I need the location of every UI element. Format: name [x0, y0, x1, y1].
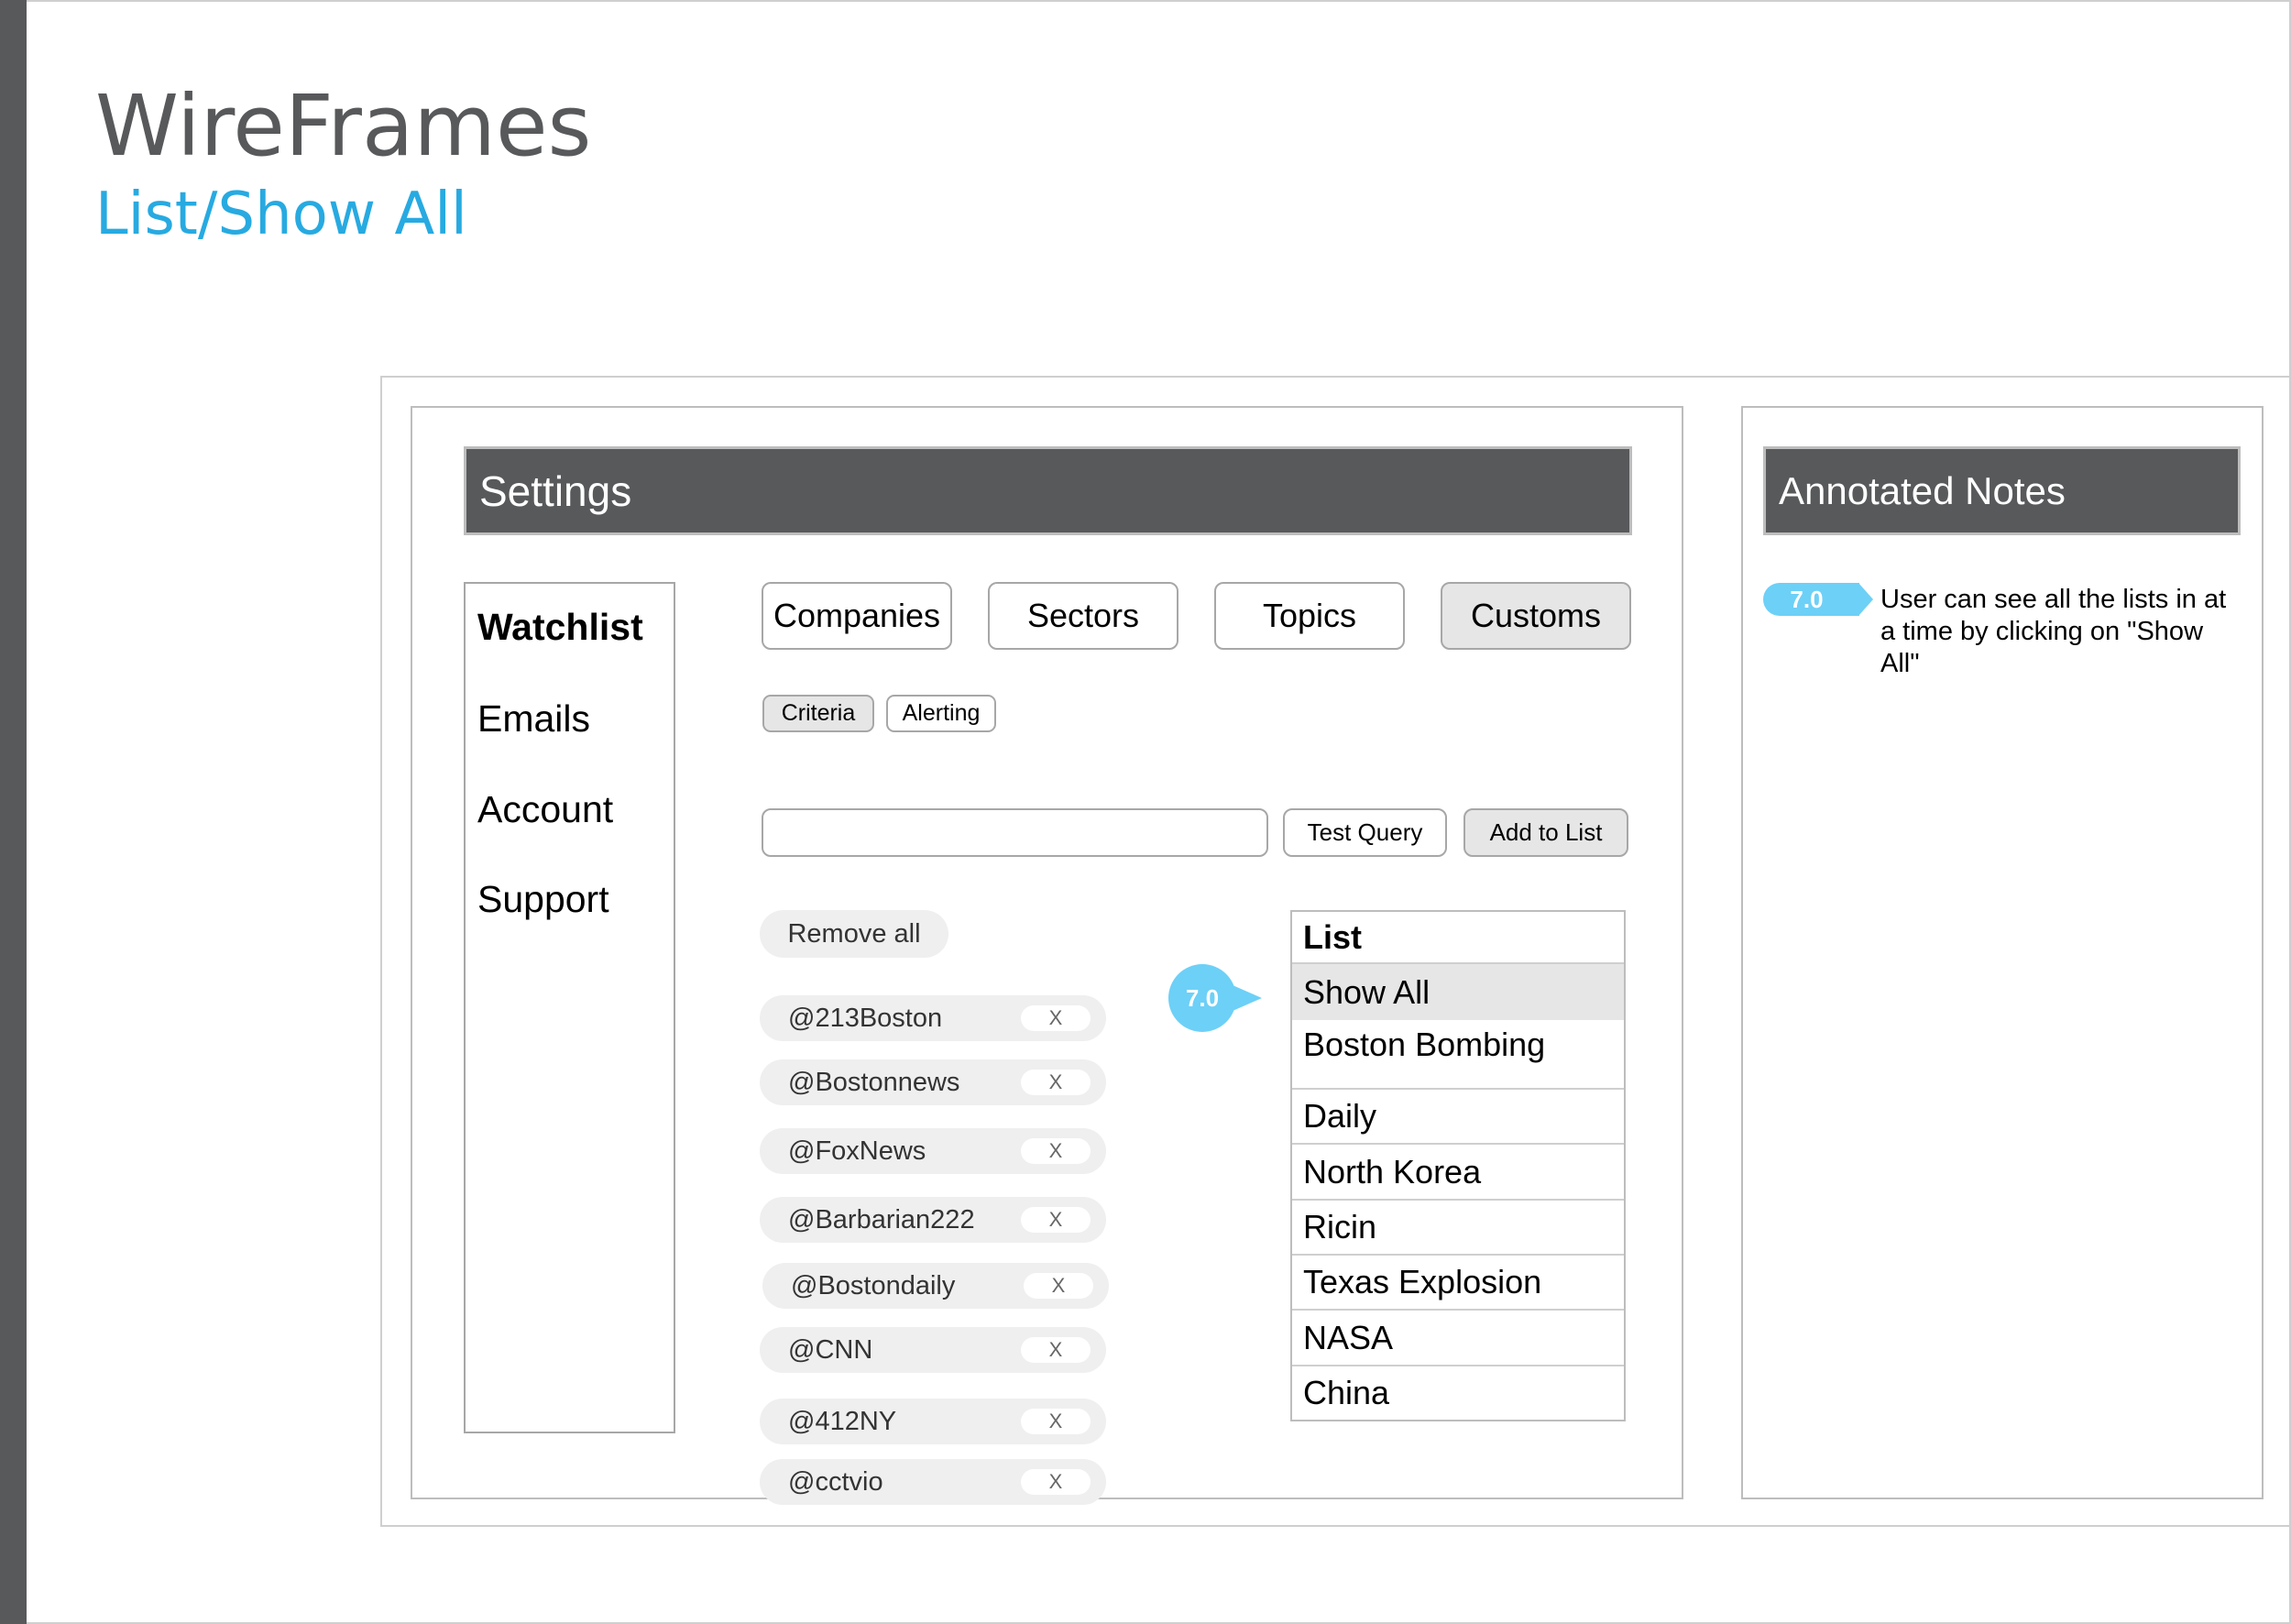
tab-customs[interactable]: Customs: [1441, 582, 1631, 650]
handle-chip: @FoxNews X: [760, 1128, 1106, 1174]
list-item[interactable]: Daily: [1292, 1090, 1624, 1145]
handle-chip: @213Boston X: [760, 995, 1106, 1041]
handle-chip-label: @Bostonnews: [788, 1067, 960, 1097]
handle-chip: @412NY X: [760, 1399, 1106, 1444]
note-tag-label: 7.0: [1790, 585, 1824, 613]
handle-chip-label: @213Boston: [788, 1003, 943, 1033]
handle-chip-label: @412NY: [788, 1406, 897, 1436]
handle-chip-label: @Barbarian222: [788, 1204, 975, 1234]
handle-chip: @cctvio X: [760, 1459, 1106, 1505]
handle-chip-label: @CNN: [788, 1334, 873, 1365]
document-title: WireFrames: [95, 77, 592, 175]
tab-companies[interactable]: Companies: [762, 582, 952, 650]
remove-all-button[interactable]: Remove all: [760, 910, 948, 958]
remove-handle-button[interactable]: X: [1021, 1138, 1091, 1164]
query-input[interactable]: [762, 808, 1268, 857]
handle-chip: @Bostondaily X: [762, 1263, 1109, 1309]
test-query-button[interactable]: Test Query: [1283, 808, 1447, 857]
list-item[interactable]: Ricin: [1292, 1201, 1624, 1256]
annotated-notes-header: Annotated Notes: [1763, 446, 2241, 535]
settings-header: Settings: [464, 446, 1632, 535]
list-item[interactable]: Texas Explosion: [1292, 1256, 1624, 1311]
handle-chip-label: @cctvio: [788, 1466, 883, 1497]
tab-sectors[interactable]: Sectors: [988, 582, 1178, 650]
note-text: User can see all the lists in at a time …: [1880, 585, 2227, 678]
list-header: List: [1292, 912, 1624, 964]
subtab-criteria[interactable]: Criteria: [762, 695, 874, 732]
handle-chip: @CNN X: [760, 1327, 1106, 1373]
handle-chip-label: @FoxNews: [788, 1136, 926, 1166]
note-tag-pointer: [1858, 583, 1873, 616]
list-item[interactable]: Boston Bombing: [1292, 1020, 1624, 1090]
sidebar-item-watchlist[interactable]: Watchlist: [477, 609, 643, 646]
remove-handle-button[interactable]: X: [1021, 1207, 1091, 1233]
subtab-alerting[interactable]: Alerting: [886, 695, 996, 732]
page-left-bar: [0, 0, 27, 1624]
sidebar-item-support[interactable]: Support: [477, 881, 609, 918]
remove-handle-button[interactable]: X: [1021, 1070, 1091, 1095]
remove-handle-button[interactable]: X: [1021, 1005, 1091, 1031]
handle-chip: @Barbarian222 X: [760, 1197, 1106, 1243]
list-item-show-all[interactable]: Show All: [1292, 964, 1624, 1020]
add-to-list-button[interactable]: Add to List: [1463, 808, 1628, 857]
list-item[interactable]: North Korea: [1292, 1145, 1624, 1201]
tab-topics[interactable]: Topics: [1214, 582, 1405, 650]
sidebar-item-account[interactable]: Account: [477, 791, 613, 828]
document-subtitle: List/Show All: [95, 181, 467, 248]
remove-handle-button[interactable]: X: [1024, 1273, 1093, 1299]
list-item[interactable]: China: [1292, 1366, 1624, 1420]
remove-handle-button[interactable]: X: [1021, 1409, 1091, 1434]
handle-chip-label: @Bostondaily: [791, 1270, 956, 1300]
annotated-notes-panel: [1741, 406, 2264, 1499]
sidebar-item-emails[interactable]: Emails: [477, 700, 590, 738]
remove-handle-button[interactable]: X: [1021, 1337, 1091, 1363]
handle-chip: @Bostonnews X: [760, 1059, 1106, 1105]
remove-handle-button[interactable]: X: [1021, 1469, 1091, 1495]
annotation-marker-label: 7.0: [1185, 983, 1220, 1012]
list-item[interactable]: NASA: [1292, 1311, 1624, 1366]
